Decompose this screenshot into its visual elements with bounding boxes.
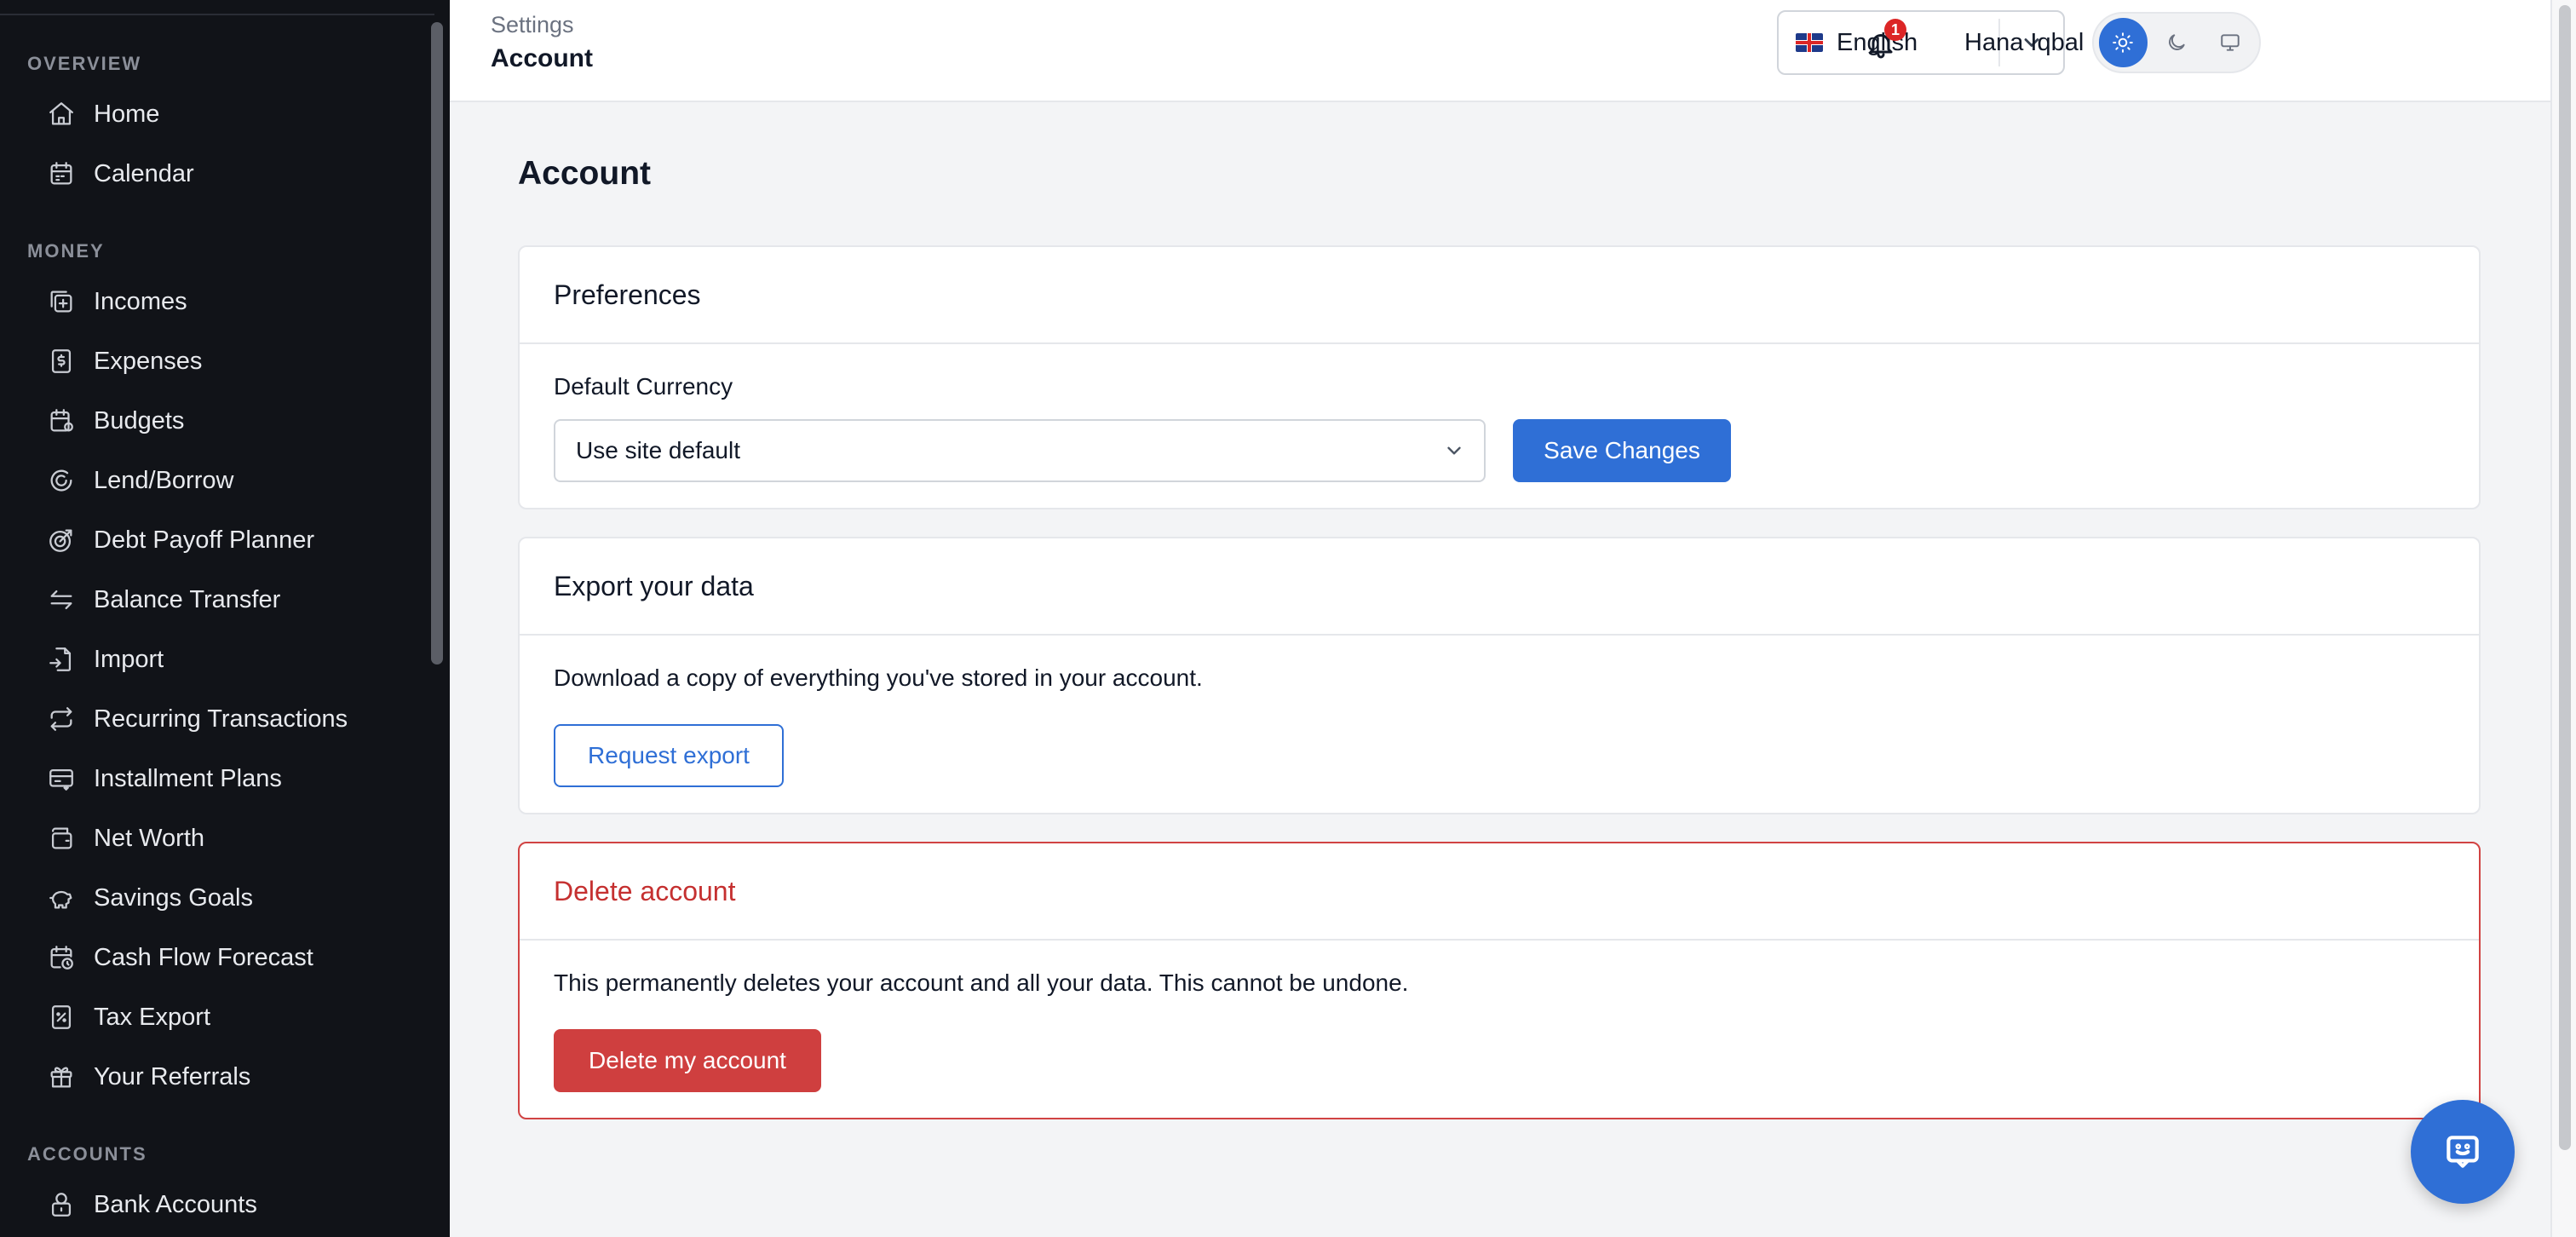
piggy-bank-icon <box>37 872 85 923</box>
transfer-icon <box>37 574 85 625</box>
home-icon <box>37 89 85 140</box>
sidebar-item-bank-accounts[interactable]: Bank Accounts <box>27 1179 419 1230</box>
sidebar-item-label: Balance Transfer <box>94 585 281 613</box>
sidebar-item-label: Lend/Borrow <box>94 466 234 494</box>
sidebar-item-label: Budgets <box>94 406 185 434</box>
currency-value: Use site default <box>576 437 740 463</box>
delete-account-heading: Delete account <box>520 843 2479 941</box>
sidebar-item-cash-flow-forecast[interactable]: Cash Flow Forecast <box>27 932 419 983</box>
top-header: Settings Account English 1 Hana Iqbal <box>450 0 2550 102</box>
repeat-icon <box>37 693 85 745</box>
sidebar-item-tax-export[interactable]: Tax Export <box>27 992 419 1043</box>
breadcrumb-parent[interactable]: Settings <box>491 12 574 38</box>
income-icon <box>37 276 85 327</box>
section-label-money: MONEY <box>27 240 105 262</box>
calendar-icon <box>37 148 85 199</box>
page-scrollbar-thumb[interactable] <box>2559 5 2571 1150</box>
lend-borrow-icon <box>37 455 85 506</box>
sidebar-divider <box>0 0 434 15</box>
sidebar-scrollbar[interactable] <box>431 22 443 665</box>
save-changes-button[interactable]: Save Changes <box>1513 419 1731 482</box>
section-label-accounts: ACCOUNTS <box>27 1143 147 1165</box>
sidebar-item-label: Bank Accounts <box>94 1190 257 1218</box>
moon-icon <box>2169 34 2185 50</box>
gift-icon <box>37 1051 85 1102</box>
monitor-icon <box>2220 34 2240 51</box>
wallet-icon <box>37 813 85 864</box>
expense-icon <box>37 336 85 387</box>
sun-icon <box>2113 32 2134 53</box>
calendar-clock-icon <box>37 932 85 983</box>
budget-icon <box>37 395 85 446</box>
preferences-card: Preferences Default Currency Use site de… <box>518 245 2481 509</box>
sidebar-item-calendar[interactable]: Calendar <box>27 148 419 199</box>
export-heading: Export your data <box>520 538 2479 636</box>
notification-count-badge: 1 <box>1884 19 1906 41</box>
breadcrumb-current: Account <box>491 44 593 72</box>
section-label-overview: OVERVIEW <box>27 53 142 74</box>
export-card: Export your data Download a copy of ever… <box>518 537 2481 814</box>
page-scrollbar[interactable] <box>2550 0 2576 1237</box>
sidebar-item-incomes[interactable]: Incomes <box>27 276 419 327</box>
sidebar-item-label: Import <box>94 645 164 673</box>
sidebar-item-debt-payoff-planner[interactable]: Debt Payoff Planner <box>27 515 419 566</box>
chat-bot-icon <box>2447 1136 2479 1168</box>
sidebar-item-label: Recurring Transactions <box>94 705 348 733</box>
sidebar-item-label: Installment Plans <box>94 764 282 792</box>
sidebar-item-expenses[interactable]: Expenses <box>27 336 419 387</box>
receipt-icon <box>37 992 85 1043</box>
sidebar-item-label: Your Referrals <box>94 1062 251 1090</box>
sidebar-item-label: Incomes <box>94 287 187 315</box>
sidebar-item-budgets[interactable]: Budgets <box>27 395 419 446</box>
theme-system-button[interactable] <box>2205 18 2254 67</box>
delete-my-account-button[interactable]: Delete my account <box>554 1029 821 1092</box>
import-icon <box>37 634 85 685</box>
preferences-heading: Preferences <box>520 247 2479 344</box>
sidebar-item-savings-goals[interactable]: Savings Goals <box>27 872 419 923</box>
theme-dark-button[interactable] <box>2153 18 2201 67</box>
sidebar-item-label: Home <box>94 100 160 128</box>
theme-switcher <box>2092 12 2261 73</box>
sidebar-item-home[interactable]: Home <box>27 89 419 140</box>
sidebar-item-label: Calendar <box>94 159 194 187</box>
theme-light-button[interactable] <box>2099 18 2148 67</box>
sidebar: OVERVIEW Home Calendar MONEY Incomes Exp… <box>0 0 450 1237</box>
default-currency-label: Default Currency <box>554 373 733 400</box>
sidebar-item-net-worth[interactable]: Net Worth <box>27 813 419 864</box>
bank-lock-icon <box>37 1179 85 1230</box>
sidebar-item-lend-borrow[interactable]: Lend/Borrow <box>27 455 419 506</box>
sidebar-item-label: Tax Export <box>94 1003 210 1031</box>
chat-support-button[interactable] <box>2411 1100 2515 1204</box>
sidebar-item-label: Debt Payoff Planner <box>94 526 315 554</box>
sidebar-item-recurring-transactions[interactable]: Recurring Transactions <box>27 693 419 745</box>
sidebar-item-balance-transfer[interactable]: Balance Transfer <box>27 574 419 625</box>
sidebar-item-label: Cash Flow Forecast <box>94 943 313 971</box>
delete-account-description: This permanently deletes your account an… <box>554 969 1409 996</box>
sidebar-item-your-referrals[interactable]: Your Referrals <box>27 1051 419 1102</box>
request-export-button[interactable]: Request export <box>554 724 784 787</box>
export-description: Download a copy of everything you've sto… <box>554 665 1203 691</box>
sidebar-item-label: Net Worth <box>94 824 205 852</box>
page-title: Account <box>518 155 651 192</box>
target-icon <box>37 515 85 566</box>
sidebar-item-installment-plans[interactable]: Installment Plans <box>27 753 419 804</box>
sidebar-item-label: Expenses <box>94 347 203 375</box>
user-menu[interactable]: Hana Iqbal <box>1964 29 2084 57</box>
sidebar-item-label: Savings Goals <box>94 883 253 912</box>
credit-card-icon <box>37 753 85 804</box>
chevron-down-icon <box>1424 440 1484 462</box>
sidebar-item-import[interactable]: Import <box>27 634 419 685</box>
delete-account-card: Delete account This permanently deletes … <box>518 842 2481 1119</box>
uk-flag-icon <box>1796 33 1823 52</box>
default-currency-select[interactable]: Use site default <box>554 419 1486 482</box>
